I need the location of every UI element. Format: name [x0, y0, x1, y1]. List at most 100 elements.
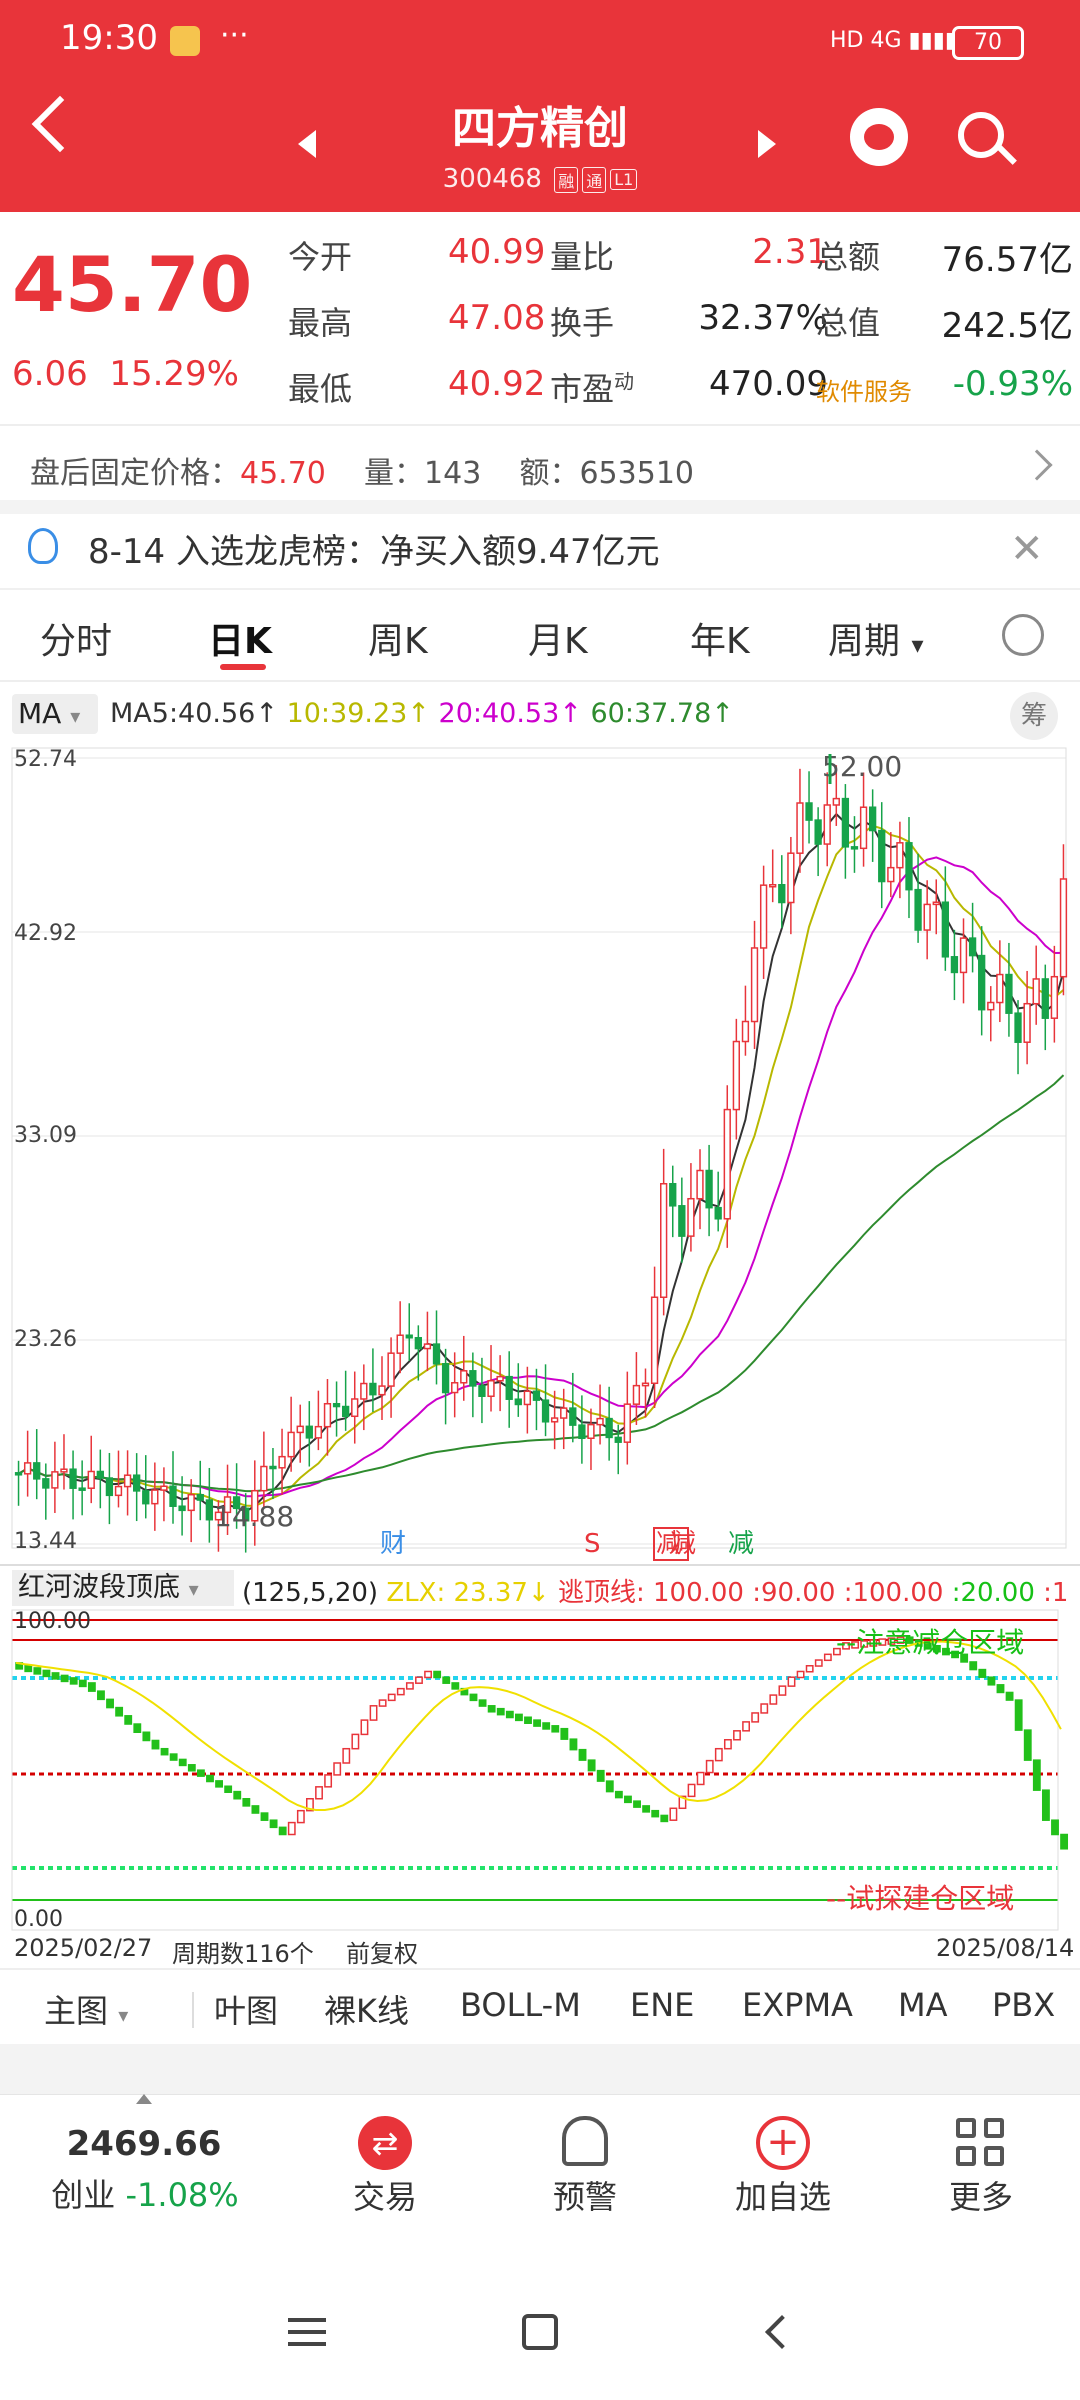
menu-icon[interactable]: [288, 2318, 326, 2346]
candle: [769, 883, 777, 888]
indicator-bar: [687, 1783, 696, 1798]
grid-icon[interactable]: [956, 2118, 1006, 2168]
nav-add-watchlist[interactable]: 加自选: [705, 2172, 861, 2218]
indicator-bar: [451, 1682, 460, 1690]
settings-icon[interactable]: [1002, 614, 1044, 656]
candlestick-chart[interactable]: 52.00 14.88 财 S 减 减 减 52.74 42.92 33.09 …: [0, 744, 1080, 1564]
indicator-bar: [78, 1679, 87, 1688]
home-icon[interactable]: [522, 2314, 558, 2350]
indicator-selector[interactable]: 红河波段顶底 ▾: [12, 1570, 234, 1606]
indicator-bar: [215, 1780, 224, 1788]
indicator-bar: [1041, 1789, 1050, 1821]
current-price: 45.70: [12, 240, 253, 329]
indicator-option[interactable]: BOLL-M: [460, 1986, 581, 2024]
chart-adjust[interactable]: 前复权: [346, 1934, 418, 1969]
indicator-bar: [978, 1668, 987, 1678]
expand-icon[interactable]: [136, 2094, 152, 2104]
indicator-bar: [723, 1739, 732, 1750]
indicator-bar: [733, 1730, 741, 1741]
candle: [133, 1474, 141, 1492]
candle: [632, 1384, 641, 1405]
candle: [959, 937, 968, 974]
indicator-option[interactable]: 裸K线: [324, 1986, 409, 2032]
indicator-bar: [742, 1721, 751, 1732]
indicator-bar: [542, 1722, 551, 1730]
index-value[interactable]: 2469.66: [44, 2124, 244, 2164]
tab-period[interactable]: 周期 ▾: [828, 612, 924, 664]
candle: [105, 1477, 114, 1497]
indicator-bar: [260, 1812, 269, 1821]
close-icon[interactable]: ✕: [1010, 526, 1044, 572]
indicator-bar: [814, 1659, 823, 1667]
label-pe: 市盈动: [550, 369, 635, 408]
indicator-bar: [251, 1805, 260, 1814]
indicator-bar: [823, 1653, 832, 1662]
bell-icon[interactable]: [562, 2116, 608, 2166]
trade-icon[interactable]: ⇄: [358, 2116, 412, 2170]
indicator-option-active[interactable]: MA: [898, 1986, 948, 2024]
stock-title: 四方精创: [452, 103, 628, 154]
event-marker[interactable]: 减: [728, 1529, 754, 1559]
mascot-icon[interactable]: [850, 108, 908, 166]
tab-weekly-k[interactable]: 周K: [368, 612, 428, 664]
indicator-bar: [760, 1703, 769, 1714]
battery-icon: 70: [952, 26, 1024, 60]
next-stock-icon[interactable]: [758, 130, 776, 158]
indicator-chart[interactable]: 100.00 0.00 --注意减仓区域 --试探建仓区域: [0, 1606, 1080, 1936]
indicator-bar: [696, 1771, 705, 1786]
chip-distribution-icon[interactable]: 筹: [1010, 692, 1058, 740]
candle: [351, 1398, 359, 1418]
indicator-bar: [178, 1758, 187, 1767]
indicator-bar: [524, 1716, 532, 1724]
indicator-option[interactable]: EXPMA: [742, 1986, 853, 2024]
tab-daily-k[interactable]: 日K: [208, 612, 272, 664]
indicator-option[interactable]: ENE: [630, 1986, 694, 2024]
indicator-option[interactable]: PBX: [992, 1986, 1055, 2024]
indicator-option[interactable]: 叶图: [214, 1986, 278, 2032]
candle: [460, 1370, 468, 1384]
event-marker[interactable]: 减: [670, 1529, 696, 1559]
indicator-bar: [1060, 1833, 1069, 1850]
nav-alert[interactable]: 预警: [510, 2172, 660, 2218]
notice-text[interactable]: 8-14 入选龙虎榜：净买入额9.47亿元: [88, 524, 660, 573]
ma-selector[interactable]: MA ▾: [12, 694, 98, 734]
candle: [1023, 1002, 1031, 1043]
indicator-bar: [660, 1814, 669, 1823]
candle: [787, 852, 795, 904]
candle: [859, 806, 868, 850]
candle: [160, 1485, 168, 1491]
indicator-bar: [487, 1705, 496, 1713]
indicator-bar: [351, 1733, 360, 1750]
indicator-bar: [796, 1670, 805, 1679]
main-chart-selector[interactable]: 主图 ▾: [44, 1986, 128, 2032]
candle: [69, 1468, 77, 1489]
event-marker[interactable]: 财: [380, 1529, 406, 1559]
indicator-bar: [433, 1670, 442, 1679]
tab-monthly-k[interactable]: 月K: [528, 612, 588, 664]
candle: [914, 888, 922, 931]
tab-timeshare[interactable]: 分时: [40, 612, 112, 664]
nav-trade[interactable]: 交易: [310, 2172, 460, 2218]
divider: [0, 500, 1080, 514]
candle: [260, 1465, 268, 1492]
nav-more[interactable]: 更多: [906, 2172, 1056, 2218]
indicator-bar: [278, 1826, 287, 1836]
indicator-bar: [633, 1800, 641, 1808]
indicator-bar: [505, 1710, 514, 1719]
indicator-bar: [124, 1715, 133, 1725]
candle: [778, 883, 786, 904]
low-annotation: 14.88: [214, 1500, 294, 1533]
zone-label-top: --注意减仓区域: [836, 1626, 1024, 1659]
indicator-bar: [1005, 1691, 1014, 1701]
index-info[interactable]: 创业 -1.08%: [30, 2170, 260, 2216]
add-watchlist-icon[interactable]: +: [756, 2116, 810, 2170]
event-marker[interactable]: S: [584, 1529, 601, 1559]
indicator-bar: [705, 1759, 714, 1774]
price-change: 6.06 15.29%: [12, 354, 239, 394]
after-hours-row[interactable]: 盘后固定价格：45.70 量：143 额：653510: [30, 448, 1030, 492]
tab-yearly-k[interactable]: 年K: [690, 612, 750, 664]
label-amount: 总额: [816, 238, 881, 276]
search-icon[interactable]: [958, 112, 1004, 158]
sector-link[interactable]: 软件服务: [816, 372, 912, 407]
indicator-bar: [605, 1780, 614, 1793]
